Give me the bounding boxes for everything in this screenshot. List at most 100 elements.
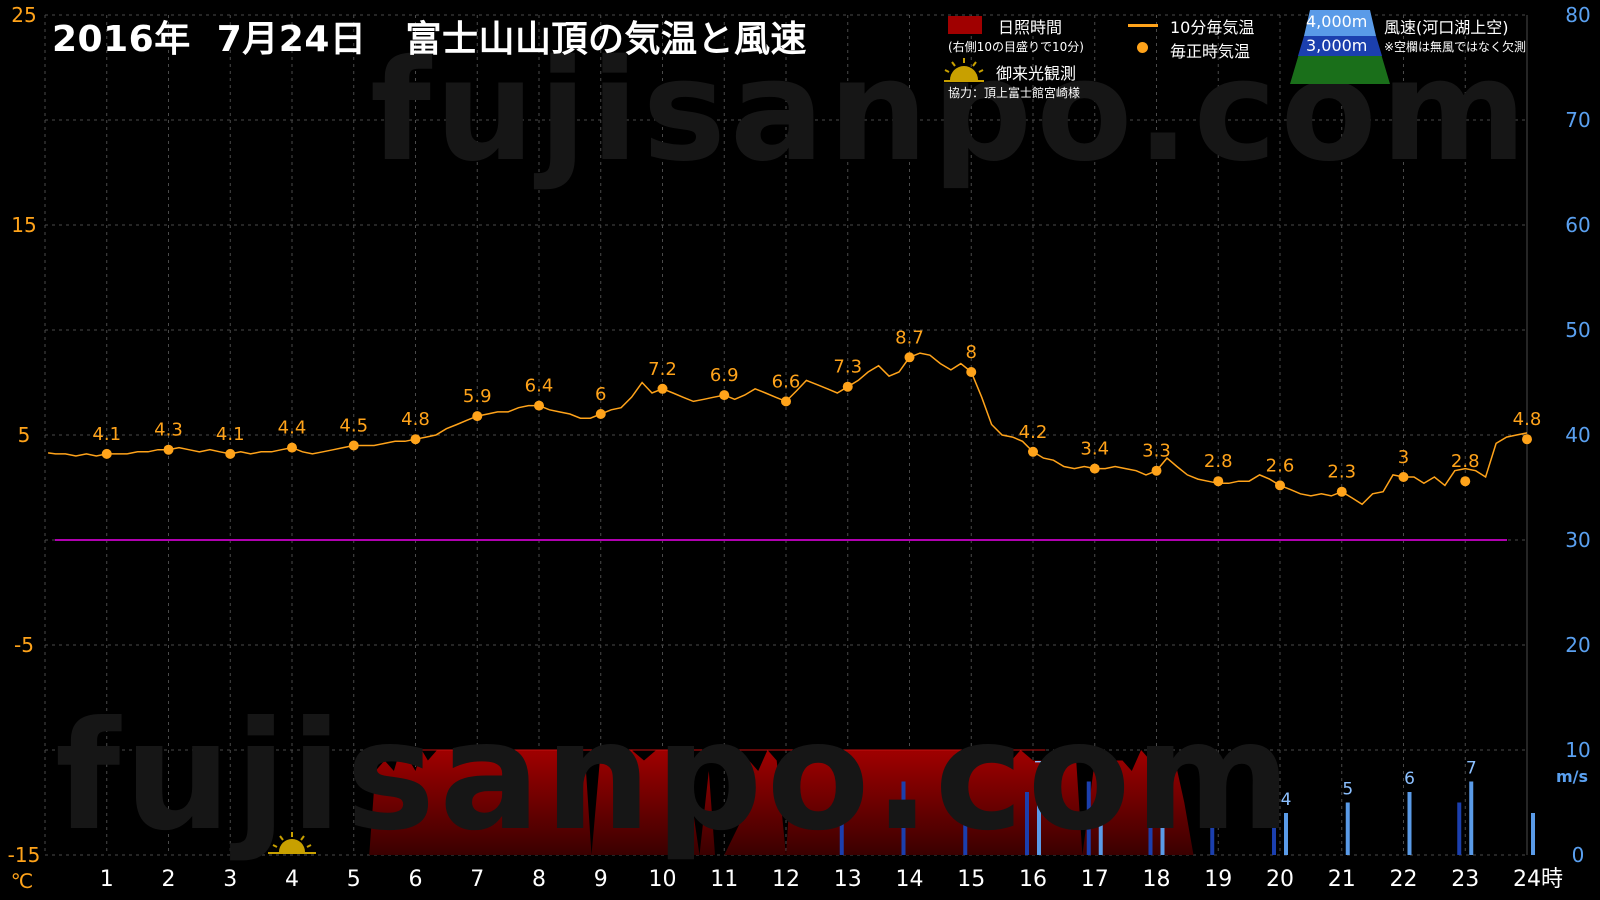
hourly-temperature-point: [472, 411, 483, 422]
hourly-temperature-point: [1151, 465, 1162, 476]
y-right-tick-label: 60: [1565, 213, 1590, 237]
hourly-temperature-point: [842, 381, 853, 392]
hourly-temperature-label: 8.7: [895, 327, 924, 348]
y-right-tick-label: 0: [1572, 843, 1585, 867]
x-tick-label: 17: [1081, 867, 1109, 892]
hourly-temperature-point: [225, 448, 236, 459]
y-right-tick-label: 40: [1565, 423, 1590, 447]
x-tick-label: 4: [285, 867, 299, 892]
hourly-temperature-label: 3.3: [1142, 441, 1171, 462]
hourly-temperature-point: [410, 434, 421, 445]
hourly-temperature-label: 6: [595, 384, 606, 405]
hourly-temperature-label: 3: [1398, 447, 1409, 468]
temp10-legend-label: 10分毎気温: [1170, 18, 1255, 37]
hourly-temperature-label: 6.9: [710, 365, 739, 386]
hourly-temperature-label: 4.1: [216, 424, 245, 445]
hourly-temperature-label: 3.4: [1080, 439, 1109, 460]
hourly-temperature-point: [719, 390, 730, 401]
x-tick-label: 3: [223, 867, 237, 892]
y-left-tick-label: -15: [8, 843, 41, 867]
y-right-tick-label: 30: [1565, 528, 1590, 552]
hourly-temperature-point: [534, 400, 544, 411]
hourly-temperature-label: 4.3: [154, 420, 183, 441]
x-tick-label: 24: [1513, 867, 1541, 892]
hourly-temperature-point: [287, 442, 297, 453]
wind-value-label: 5: [1342, 780, 1353, 800]
hourly-temperature-point: [1028, 446, 1038, 457]
hourly-temperature-label: 2.8: [1451, 451, 1480, 472]
x-tick-label: 5: [347, 867, 361, 892]
y-right-tick-label: 70: [1565, 108, 1590, 132]
y-left-tick-label: 5: [18, 423, 31, 447]
hourly-temperature-label: 4.4: [278, 418, 307, 439]
y-right-tick-label: 80: [1565, 3, 1590, 27]
hourly-temperature-label: 6.4: [525, 376, 554, 397]
x-tick-label: 7: [470, 867, 484, 892]
x-tick-label: 12: [772, 867, 800, 892]
hourly-temperature-label: 2.3: [1327, 462, 1356, 483]
hourly-temperature-label: 4.5: [339, 416, 368, 437]
hourly-temperature-point: [1275, 480, 1285, 491]
goraiko-legend-icon: [944, 58, 984, 82]
y-right-tick-label: 10: [1565, 738, 1590, 762]
x-tick-label: 19: [1204, 867, 1232, 892]
x-tick-label: 2: [162, 867, 176, 892]
hourly-temperature-point: [1522, 434, 1532, 445]
wind-bar-4000m: [1407, 792, 1412, 855]
hourly-temperature-label: 6.6: [772, 371, 801, 392]
x-tick-label: 6: [409, 867, 423, 892]
goraiko-legend-label: 御来光観測: [996, 64, 1077, 83]
hourly-temperature-label: 7.3: [833, 357, 862, 378]
chart-title: 2016年 7月24日 富士山山頂の気温と風速: [52, 19, 808, 60]
x-tick-label: 13: [834, 867, 862, 892]
x-tick-label: 16: [1019, 867, 1047, 892]
y-right-unit-label: m/s: [1556, 767, 1588, 786]
temp10-legend-line: [1128, 24, 1158, 27]
sunshine-legend-swatch: [948, 16, 982, 34]
hourly-temperature-point: [595, 409, 606, 419]
x-tick-label: 8: [532, 867, 546, 892]
temp-hourly-legend-dot: [1137, 42, 1148, 53]
wind-bar-3000m: [1457, 802, 1462, 855]
hourly-temperature-point: [163, 444, 174, 455]
hourly-temperature-label: 4.8: [401, 409, 430, 430]
hourly-temperature-label: 2.6: [1266, 455, 1295, 476]
hourly-temperature-point: [101, 448, 112, 459]
hourly-temperature-label: 8: [966, 342, 977, 363]
x-tick-label: 18: [1143, 867, 1171, 892]
y-right-tick-label: 20: [1565, 633, 1590, 657]
hourly-temperature-point: [657, 383, 668, 394]
y-left-tick-label: -5: [14, 633, 34, 657]
y-left-unit-label: ℃: [11, 869, 33, 893]
hourly-temperature-label: 7.2: [648, 359, 677, 380]
x-tick-label: 1: [100, 867, 114, 892]
wind-bar-4000m: [1469, 781, 1474, 855]
x-tick-label: 14: [896, 867, 924, 892]
hourly-temperature-point: [904, 352, 915, 363]
wind-bar-4000m: [1531, 813, 1535, 855]
hourly-temperature-point: [1089, 463, 1100, 474]
hourly-temperature-point: [348, 440, 359, 451]
credit-label: 協力：頂上富士館宮崎様: [948, 86, 1081, 100]
x-tick-label: 15: [957, 867, 985, 892]
hourly-temperature-point: [781, 396, 791, 407]
sunshine-legend-note: (右側10の目盛りで10分): [948, 40, 1084, 54]
x-tick-label: 22: [1390, 867, 1418, 892]
wind-value-label: 6: [1404, 769, 1415, 789]
x-tick-label: 11: [710, 867, 738, 892]
x-tick-label: 20: [1266, 867, 1294, 892]
y-left-tick-label: 25: [11, 3, 36, 27]
y-right-tick-label: 50: [1565, 318, 1590, 342]
hourly-temperature-label: 4.8: [1513, 409, 1542, 430]
wind-value-label: 7: [1466, 759, 1477, 779]
x-tick-label: 23: [1451, 867, 1479, 892]
hourly-temperature-label: 4.1: [92, 424, 121, 445]
wind-4000-legend-label: 4,000m: [1306, 12, 1368, 31]
hourly-temperature-point: [1213, 476, 1224, 487]
hourly-temperature-point: [966, 367, 977, 377]
x-tick-label: 10: [649, 867, 677, 892]
wind-legend-note: ※空欄は無風ではなく欠測: [1384, 40, 1527, 54]
y-left-tick-label: 15: [11, 213, 36, 237]
watermark-bottom: fujisanpo.com: [55, 690, 1295, 864]
x-unit-label: 時: [1541, 867, 1563, 892]
